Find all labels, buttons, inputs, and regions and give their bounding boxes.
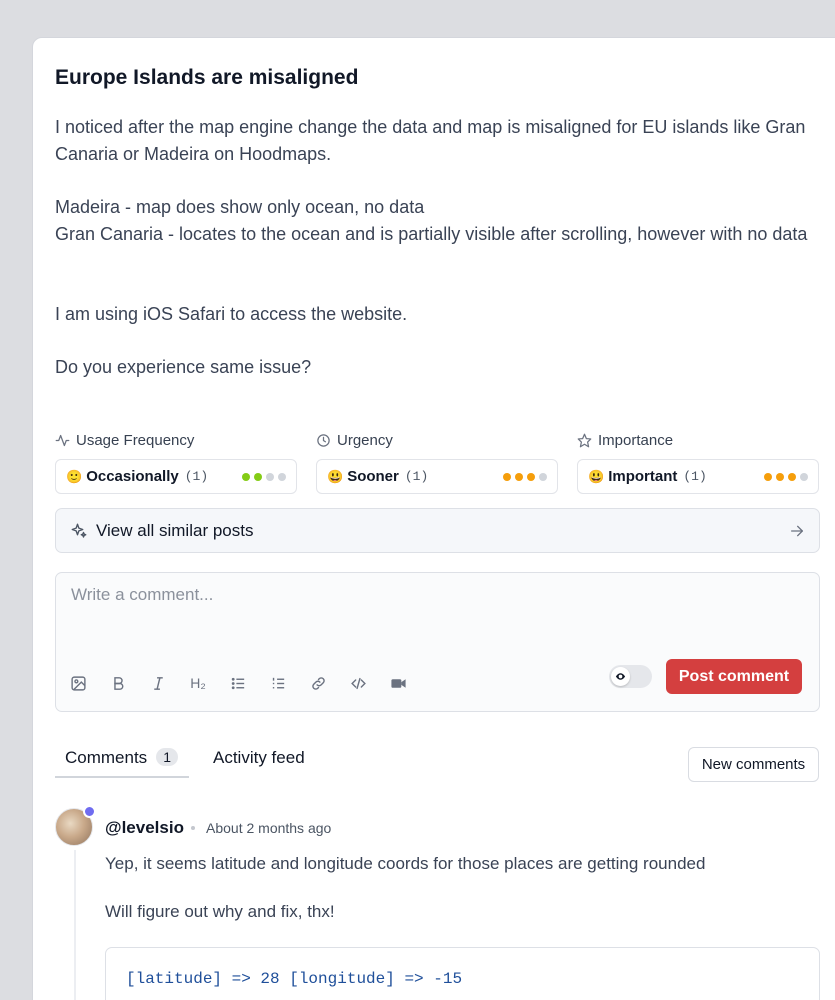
- level-dots: [503, 472, 547, 481]
- usage-frequency-selector[interactable]: 🙂 Occasionally (1): [55, 459, 297, 494]
- level-dots: [242, 472, 286, 481]
- post-paragraph: I noticed after the map engine change th…: [55, 117, 806, 164]
- level-dot: [242, 472, 250, 481]
- image-icon[interactable]: [68, 673, 88, 693]
- similar-posts-label: View all similar posts: [96, 520, 254, 540]
- sparkles-icon: [71, 523, 87, 538]
- level-dots: [764, 472, 808, 481]
- bold-icon[interactable]: [108, 673, 128, 693]
- post-comment-button[interactable]: Post comment: [666, 659, 802, 694]
- urgency-label: Urgency: [316, 432, 393, 449]
- italic-icon[interactable]: [148, 673, 168, 693]
- post-paragraph: Do you experience same issue?: [55, 357, 312, 377]
- formatting-toolbar: H₂: [68, 673, 408, 693]
- importance-label: Importance: [577, 432, 673, 449]
- level-dot: [527, 472, 535, 481]
- feedback-value: Important: [608, 468, 678, 485]
- post-paragraph: I am using iOS Safari to access the webs…: [55, 304, 408, 324]
- comment-input-placeholder[interactable]: Write a comment...: [71, 585, 213, 605]
- post-card: Europe Islands are misaligned I noticed …: [32, 37, 835, 1000]
- code-block: [latitude] => 28 [longitude] => -15: [105, 947, 820, 1000]
- numbered-list-icon[interactable]: [268, 673, 288, 693]
- level-dot: [254, 472, 262, 481]
- eye-icon: [611, 667, 630, 686]
- post-title: Europe Islands are misaligned: [55, 66, 359, 89]
- comment-text: Will figure out why and fix, thx!: [105, 902, 335, 921]
- post-paragraph: Madeira - map does show only ocean, no d…: [55, 197, 808, 244]
- importance-selector[interactable]: 😃 Important (1): [577, 459, 819, 494]
- bullet-list-icon[interactable]: [228, 673, 248, 693]
- level-dot: [788, 472, 796, 481]
- level-dot: [539, 472, 547, 481]
- feedback-count: (1): [404, 469, 429, 484]
- comment-tabs: Comments 1 Activity feed: [55, 748, 315, 778]
- verified-badge-icon: [83, 805, 96, 818]
- level-dot: [266, 472, 274, 481]
- link-icon[interactable]: [308, 673, 328, 693]
- feedback-value: Sooner: [347, 468, 399, 485]
- level-dot: [800, 472, 808, 481]
- heading-icon[interactable]: H₂: [188, 673, 208, 693]
- emoji-icon: 😃: [588, 468, 605, 484]
- comments-count-badge: 1: [156, 748, 178, 766]
- new-comments-button[interactable]: New comments: [688, 747, 819, 782]
- level-dot: [776, 472, 784, 481]
- tab-comments[interactable]: Comments 1: [55, 748, 189, 778]
- emoji-icon: 😃: [327, 468, 344, 484]
- comment-author[interactable]: @levelsio: [105, 818, 184, 838]
- level-dot: [764, 472, 772, 481]
- feedback-count: (1): [184, 469, 209, 484]
- code-line: [latitude] => 28 [longitude] => -15: [126, 970, 463, 988]
- visibility-toggle[interactable]: [609, 665, 652, 688]
- star-icon: [577, 433, 592, 448]
- code-icon[interactable]: [348, 673, 368, 693]
- level-dot: [503, 472, 511, 481]
- thread-line: [74, 850, 76, 1000]
- feedback-count: (1): [683, 469, 707, 484]
- view-similar-posts-button[interactable]: View all similar posts: [55, 508, 820, 553]
- video-icon[interactable]: [388, 673, 408, 693]
- feedback-value: Occasionally: [86, 468, 179, 485]
- clock-icon: [317, 434, 330, 447]
- urgency-selector[interactable]: 😃 Sooner (1): [316, 459, 558, 494]
- comment-text: Yep, it seems latitude and longitude coo…: [105, 854, 706, 873]
- comment-composer[interactable]: Write a comment... H₂ Post comment: [55, 572, 820, 712]
- usage-frequency-label: Usage Frequency: [55, 432, 194, 449]
- tab-activity-feed[interactable]: Activity feed: [203, 748, 315, 778]
- comment-timestamp: About 2 months ago: [206, 820, 332, 836]
- separator-dot: [191, 826, 195, 830]
- emoji-icon: 🙂: [66, 468, 83, 484]
- activity-icon: [55, 434, 70, 447]
- level-dot: [278, 472, 286, 481]
- arrow-right-icon: [791, 525, 803, 536]
- level-dot: [515, 472, 523, 481]
